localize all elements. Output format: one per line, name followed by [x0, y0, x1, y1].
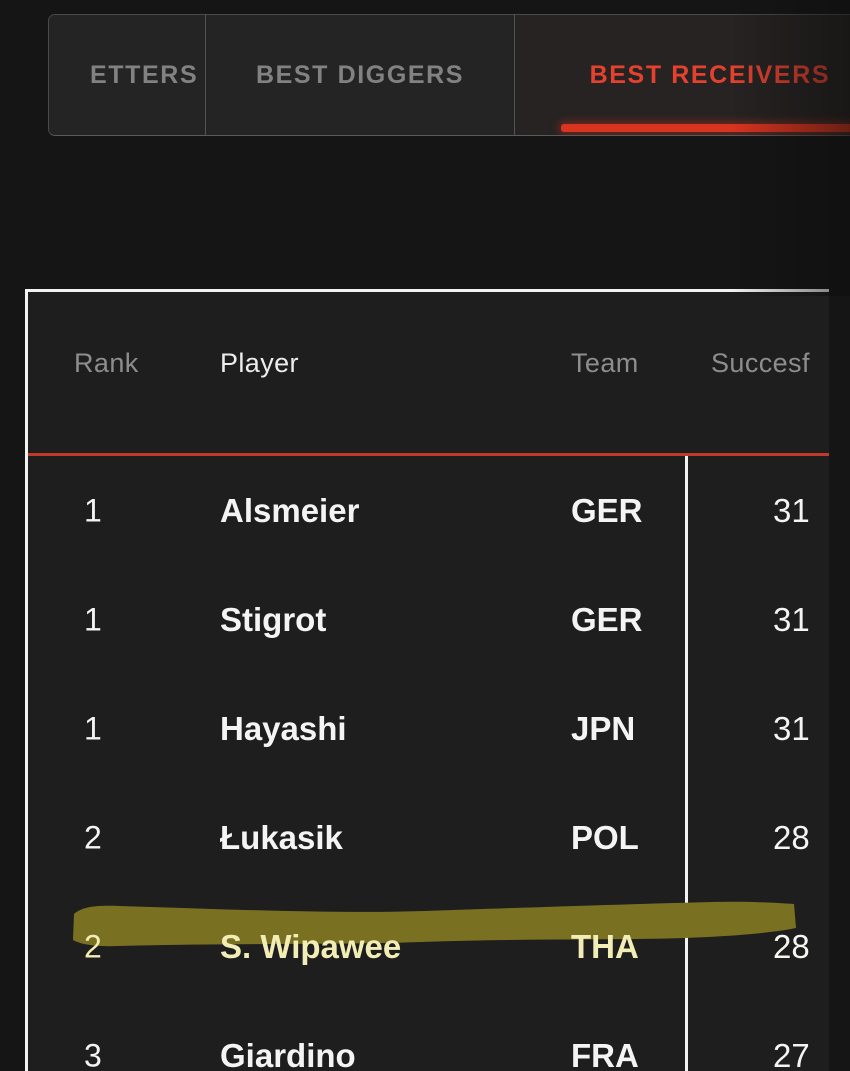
table-header-row: Rank Player Team Succesf	[28, 292, 829, 456]
table-body: 1 Alsmeier GER 31 1 Stigrot GER 31 1 Hayashi JPN 31…	[28, 456, 829, 1071]
cell-player: Hayashi	[220, 709, 347, 747]
cell-successful: 28	[773, 927, 810, 965]
cell-team: THA	[571, 927, 639, 965]
app-screen: ETTERS BEST DIGGERS BEST RECEIVERS Rank …	[0, 0, 850, 1071]
cell-rank: 2	[84, 928, 102, 964]
cell-successful: 31	[773, 491, 810, 529]
cell-player: Łukasik	[220, 818, 343, 856]
column-header-team[interactable]: Team	[571, 348, 639, 379]
tab-label: BEST DIGGERS	[255, 60, 465, 89]
cell-team: FRA	[571, 1036, 639, 1071]
column-header-player[interactable]: Player	[220, 348, 299, 379]
cell-team: GER	[571, 491, 643, 529]
cell-rank: 2	[84, 819, 102, 855]
active-tab-underline	[560, 124, 850, 132]
rankings-table: Rank Player Team Succesf 1 Alsmeier GER 31 1…	[25, 289, 829, 1071]
cell-team: GER	[571, 600, 643, 638]
cell-rank: 1	[84, 710, 102, 746]
cell-player: Giardino	[220, 1036, 356, 1071]
table-row[interactable]: 3 Giardino FRA 27	[28, 1001, 829, 1071]
table-row[interactable]: 2 Łukasik POL 28	[28, 783, 829, 892]
tab-best-diggers[interactable]: BEST DIGGERS	[206, 15, 514, 135]
cell-rank: 1	[84, 601, 102, 637]
tab-label: ETTERS	[90, 60, 199, 89]
table-row[interactable]: 1 Hayashi JPN 31	[28, 674, 829, 783]
cell-team: POL	[571, 818, 639, 856]
cell-player: Stigrot	[220, 600, 327, 638]
cell-player: S. Wipawee	[220, 927, 402, 965]
tab-best-setters[interactable]: ETTERS	[49, 15, 206, 135]
tab-label: BEST RECEIVERS	[589, 60, 831, 89]
column-header-rank[interactable]: Rank	[74, 348, 139, 379]
tab-bar: ETTERS BEST DIGGERS BEST RECEIVERS	[48, 14, 850, 136]
cell-rank: 1	[84, 492, 102, 528]
cell-successful: 27	[773, 1036, 810, 1071]
cell-rank: 3	[84, 1037, 102, 1071]
tab-best-receivers[interactable]: BEST RECEIVERS	[514, 15, 850, 135]
cell-successful: 31	[773, 709, 810, 747]
cell-player: Alsmeier	[220, 491, 360, 529]
table-row[interactable]: 1 Stigrot GER 31	[28, 565, 829, 674]
cell-team: JPN	[571, 709, 636, 747]
highlighter-stroke	[73, 901, 796, 947]
cell-successful: 31	[773, 600, 810, 638]
cell-successful: 28	[773, 818, 810, 856]
table-row[interactable]: 2 S. Wipawee THA 28	[28, 892, 829, 1001]
column-header-successful[interactable]: Succesf	[711, 348, 810, 379]
table-row[interactable]: 1 Alsmeier GER 31	[28, 456, 829, 565]
